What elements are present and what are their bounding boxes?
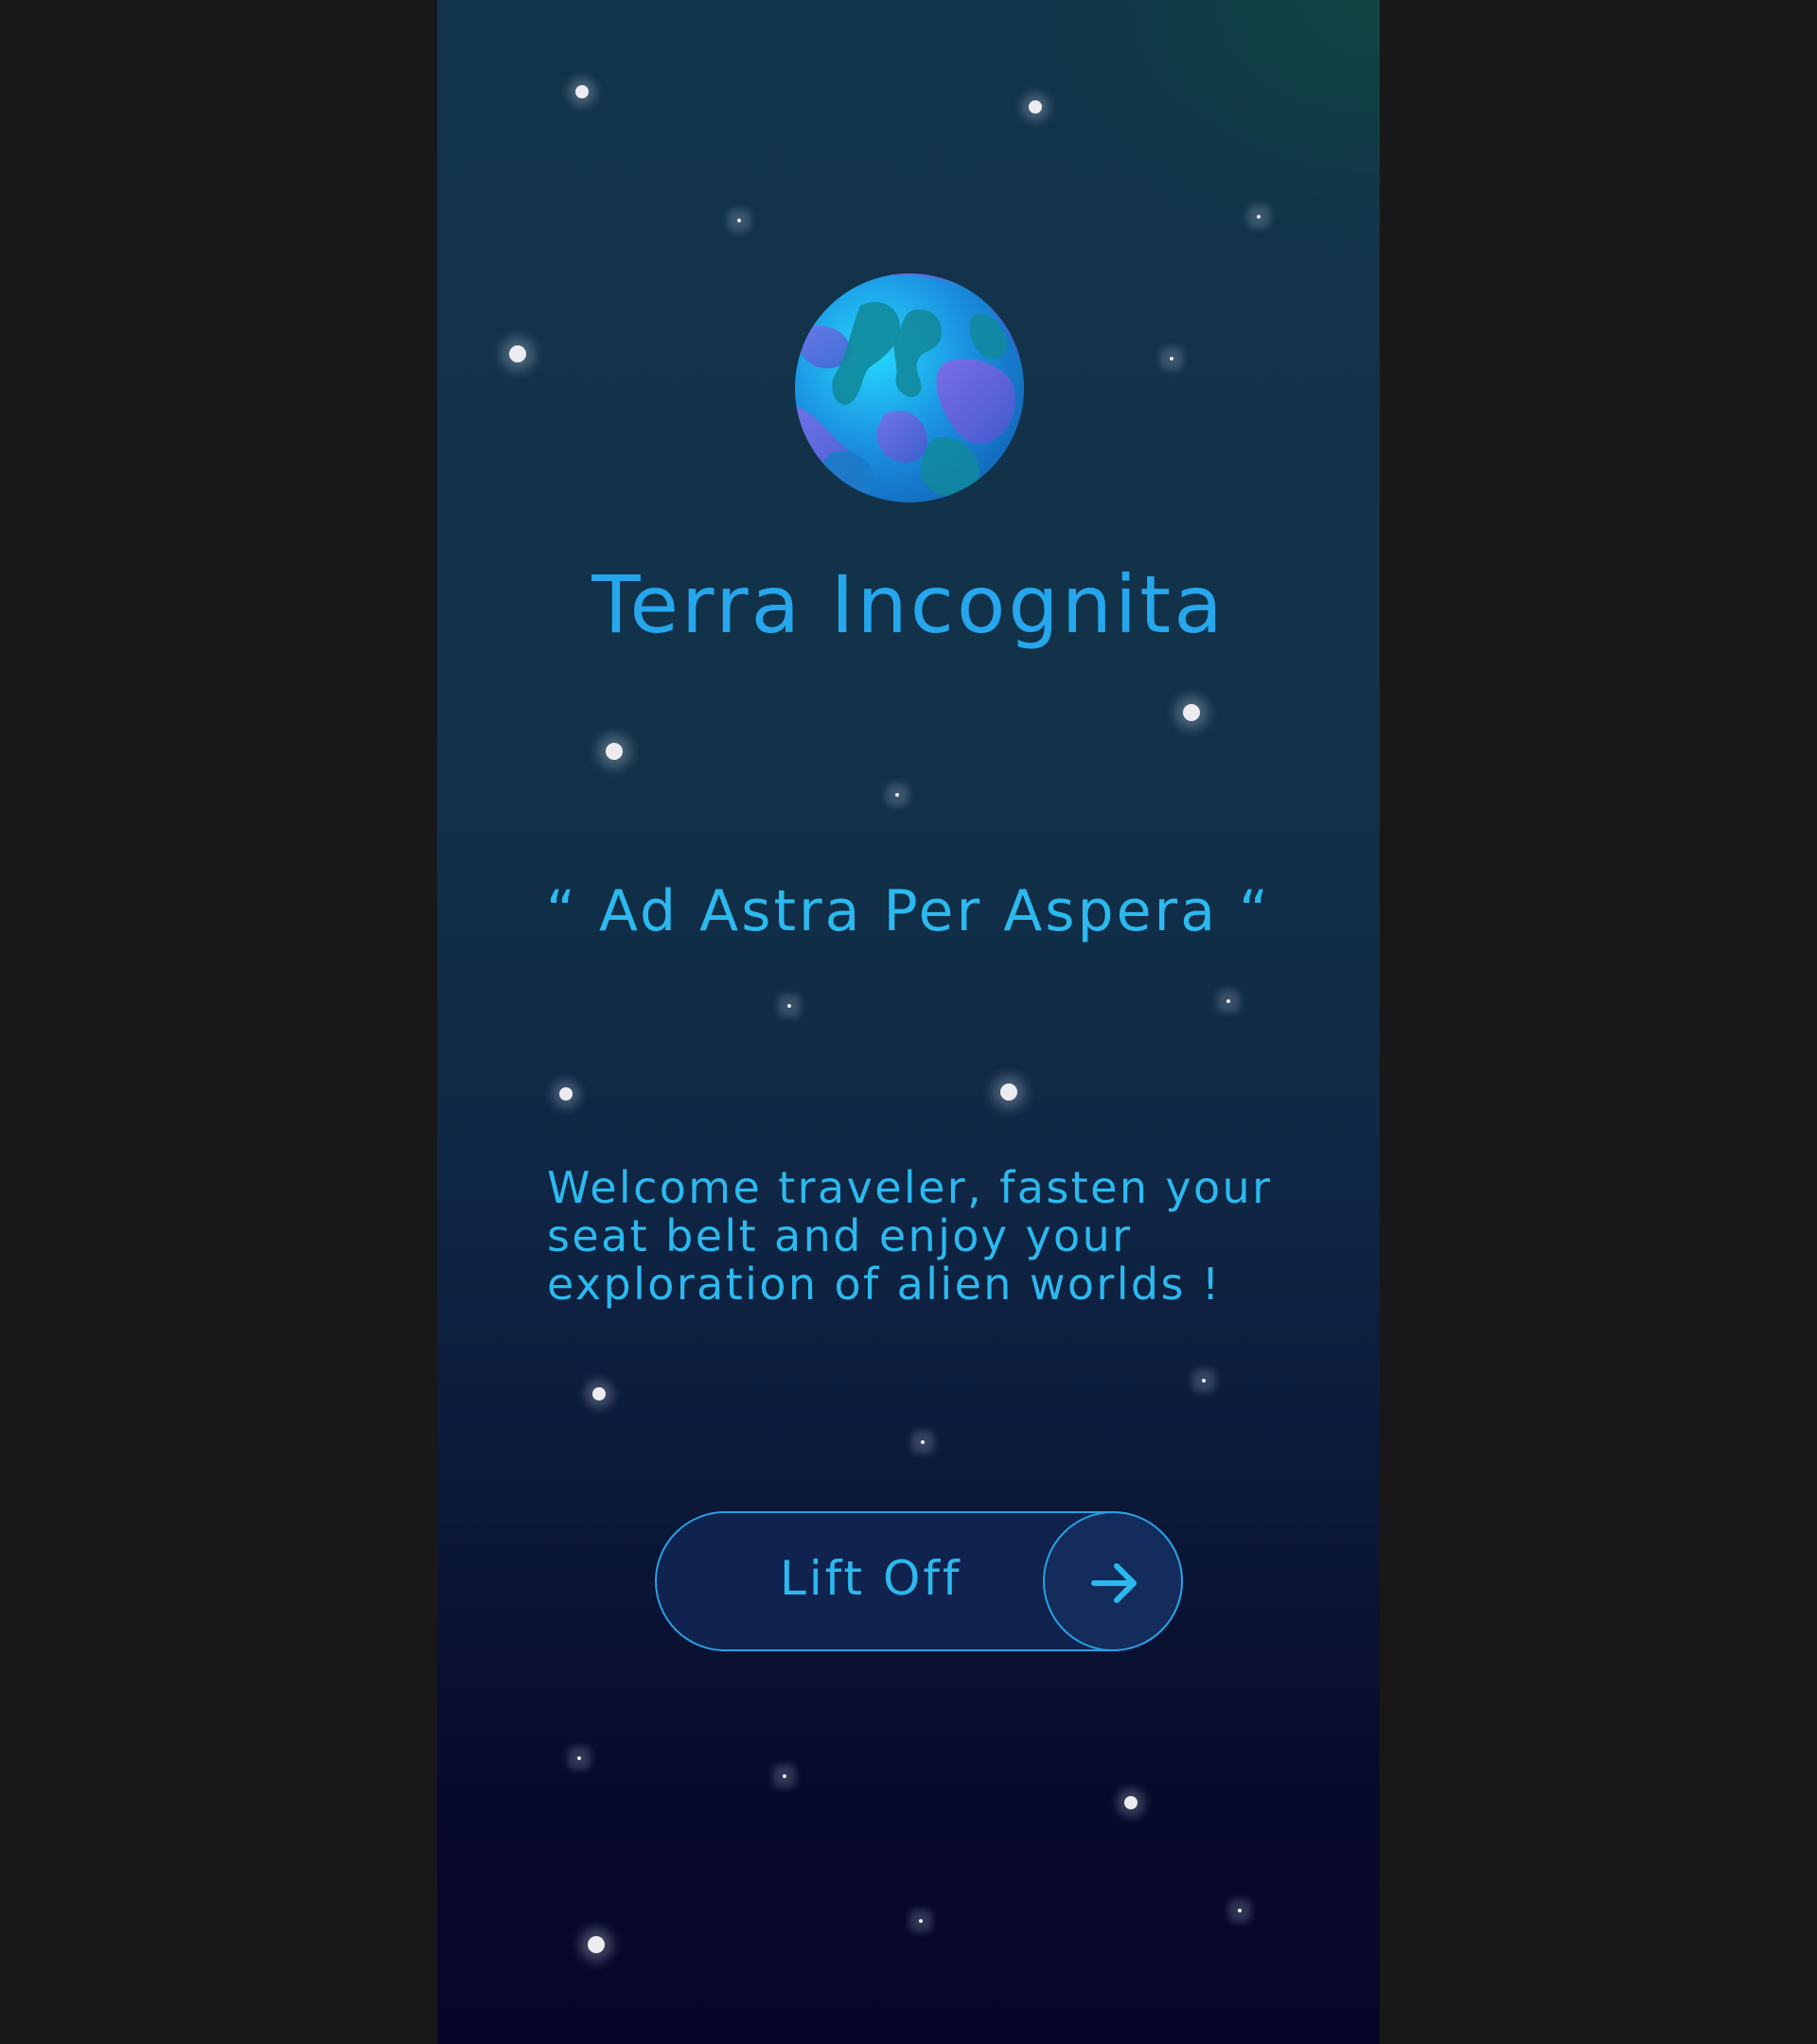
star [1000,1084,1017,1101]
welcome-message: Welcome traveler, fasten your seat belt … [547,1162,1273,1310]
lift-off-label: Lift Off [780,1551,962,1606]
star [737,219,741,222]
motto-quote: “ Ad Astra Per Aspera “ [545,878,1272,944]
star [1029,100,1042,114]
star [509,345,526,362]
star [783,1774,786,1778]
page-backdrop: Terra Incognita “ Ad Astra Per Aspera “ … [0,0,1817,2044]
star [588,1936,605,1953]
star [1183,704,1200,721]
star [606,743,623,760]
star [1238,1909,1242,1912]
app-title: Terra Incognita [591,558,1226,651]
star [895,793,899,797]
arrow-right-icon[interactable] [1043,1511,1183,1651]
star [1226,999,1230,1003]
star [1170,357,1173,361]
star [1202,1379,1206,1383]
star [1124,1796,1138,1809]
star [577,1756,581,1760]
star [787,1004,791,1008]
star [575,85,589,98]
planet-icon [794,273,1025,503]
star [921,1440,925,1444]
lift-off-button[interactable]: Lift Off [655,1511,1183,1651]
splash-screen: Terra Incognita “ Ad Astra Per Aspera “ … [437,0,1380,2044]
star [1257,215,1261,219]
star [559,1087,573,1101]
star [592,1387,606,1401]
star [919,1919,923,1923]
